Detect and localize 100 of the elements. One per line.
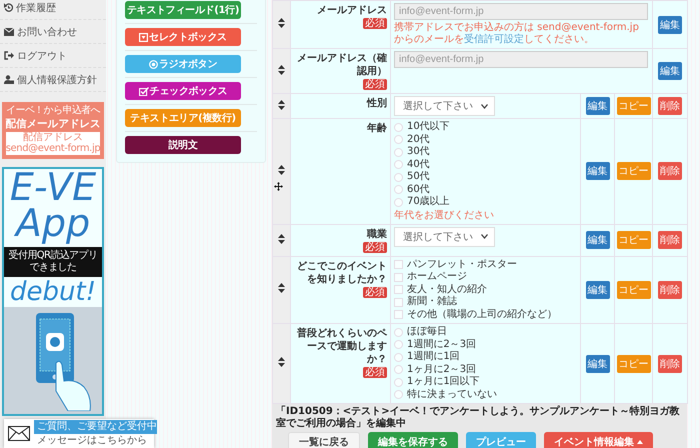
envelope-icon [8, 426, 30, 441]
widget-subtitle: メッセージはこちらから [36, 434, 148, 448]
action-button[interactable]: 編集 [586, 280, 610, 299]
add-field-button[interactable]: 説明文 [125, 136, 241, 154]
radio-button[interactable] [394, 198, 403, 207]
checkbox-option[interactable]: 友人・知人の紹介 [394, 284, 577, 296]
sidebar-link[interactable]: 個人情報保護方針 [0, 68, 106, 92]
action-button[interactable]: 削除 [658, 162, 682, 180]
caret-icon [637, 440, 643, 444]
checkbox-option[interactable]: 新聞・雑誌 [394, 296, 577, 308]
radio-option[interactable]: 40代 [394, 158, 577, 171]
field-label: メールアドレス（確認用） [296, 52, 387, 78]
checkbox[interactable] [394, 272, 403, 282]
action-button[interactable]: 削除 [658, 97, 682, 115]
checkbox[interactable] [394, 298, 403, 307]
add-field-button[interactable]: テキストフィールド(1行) [125, 1, 241, 19]
checkbox-icon [138, 86, 149, 96]
radio-option[interactable]: 30代 [394, 146, 577, 158]
radio-button[interactable] [394, 122, 403, 132]
ribbon-text: できました [29, 262, 76, 274]
action-button[interactable]: 編集 [586, 162, 610, 180]
radio-button[interactable] [394, 365, 403, 374]
person-icon [4, 75, 14, 84]
action-button[interactable]: 編集 [586, 354, 610, 372]
error-message: 年代をお選びください [394, 208, 495, 222]
checkbox[interactable] [394, 260, 403, 270]
action-button[interactable]: 削除 [658, 280, 682, 299]
add-field-button[interactable]: セレクトボックス [125, 28, 241, 46]
checkbox[interactable] [394, 310, 403, 320]
radio-button[interactable] [394, 328, 403, 337]
radio-option[interactable]: 60代 [394, 184, 577, 196]
select-field[interactable]: 選択して下さい [394, 226, 495, 246]
banner-heading: イーベ！から申込者へ [6, 105, 100, 117]
required-badge: 必須 [363, 367, 387, 378]
action-button[interactable]: 削除 [658, 354, 682, 372]
radio-button[interactable] [394, 390, 403, 400]
radio-button[interactable] [394, 352, 403, 362]
action-button[interactable]: 編集 [658, 16, 682, 34]
checkbox-option[interactable]: パンフレット・ポスター [394, 258, 577, 271]
radio-option[interactable]: 1ヶ月に1回以下 [394, 376, 577, 388]
radio-button[interactable] [394, 160, 403, 170]
chevron-down-icon [481, 104, 488, 108]
logout-icon [4, 51, 14, 60]
radio-option[interactable]: 50代 [394, 171, 577, 184]
sort-icon[interactable] [278, 283, 285, 294]
move-cursor-icon [274, 182, 283, 191]
sidebar-link[interactable]: 作業履歴 [0, 0, 106, 20]
sort-icon[interactable] [278, 234, 285, 244]
action-button[interactable]: 削除 [658, 231, 682, 249]
radio-icon [148, 60, 158, 68]
field-label: 職業 [366, 228, 387, 240]
radio-option[interactable]: 70歳以上 [394, 196, 577, 208]
required-badge: 必須 [363, 79, 387, 90]
radio-option[interactable]: 1ヶ月に2～3回 [394, 364, 577, 376]
select-box-icon [139, 32, 148, 42]
address-label: 配信アドレス [23, 132, 83, 143]
history-icon [4, 3, 13, 12]
radio-button[interactable] [394, 340, 403, 350]
sort-icon[interactable] [278, 164, 285, 175]
radio-option[interactable]: 10代以下 [394, 121, 577, 134]
radio-option[interactable]: ほぼ毎日 [394, 326, 577, 338]
radio-button[interactable] [394, 378, 403, 387]
message-toast[interactable]: ご質問、ご要望など受付中 メッセージはこちらから [4, 419, 154, 448]
select-field[interactable]: 選択して下さい [394, 96, 495, 116]
sort-icon[interactable] [278, 18, 285, 28]
radio-option[interactable]: 1週間に2～3回 [394, 338, 577, 351]
sort-icon[interactable] [278, 357, 285, 367]
action-button[interactable]: 編集 [586, 231, 610, 249]
sidebar-link[interactable]: お問い合わせ [0, 20, 106, 44]
app-banner[interactable]: E-VE App 受付用QR読込アプリ できました debut! [2, 167, 104, 416]
checkbox-option[interactable]: その他（職場の上司の紹介など） [394, 308, 577, 321]
field-label: 性別 [366, 97, 387, 110]
radio-button[interactable] [394, 185, 403, 194]
add-field-button[interactable]: チェックボックス [125, 82, 241, 100]
radio-option[interactable]: 20代 [394, 134, 577, 146]
sidebar-link[interactable]: ログアウト [0, 44, 106, 68]
action-button[interactable]: 編集 [658, 62, 682, 80]
banner-title: 配信メールアドレス [5, 117, 101, 132]
checkbox-option[interactable]: ホームページ [394, 271, 577, 284]
required-badge: 必須 [363, 242, 387, 252]
action-button[interactable]: 編集 [586, 97, 610, 115]
sort-icon[interactable] [278, 100, 285, 110]
radio-button[interactable] [394, 172, 403, 182]
editing-caption: 「ID10509：<テスト>イーベ！でアンケートしよう。サンプルアンケート～特別ヨガ教室でご利用の場合」を編集中 [276, 406, 681, 430]
checkbox[interactable] [394, 285, 403, 294]
radio-button[interactable] [394, 148, 403, 157]
radio-button[interactable] [394, 135, 403, 144]
required-badge: 必須 [363, 18, 387, 29]
radio-option[interactable]: 特に決まっていない [394, 388, 577, 401]
sort-icon[interactable] [278, 64, 285, 74]
note-text: 携帯アドレスでお申込みの方は send@event-form.jp からのメールを受信許可設定 してください。 [394, 22, 640, 46]
widget-title: ご質問、ご要望など受付中 [34, 420, 157, 434]
ribbon-text: 受付用QR読込アプリ [8, 250, 98, 262]
footer-button[interactable]: 編集を保存する [368, 432, 458, 448]
footer-button[interactable]: 一覧に戻る [288, 432, 360, 448]
radio-option[interactable]: 1週間に1回 [394, 351, 577, 364]
chevron-down-icon [481, 234, 488, 239]
envelope-icon [4, 28, 14, 36]
footer-button[interactable]: イベント情報編集 [544, 432, 653, 448]
field-label: どこでこのイベントを知りましたか？ [296, 260, 387, 286]
